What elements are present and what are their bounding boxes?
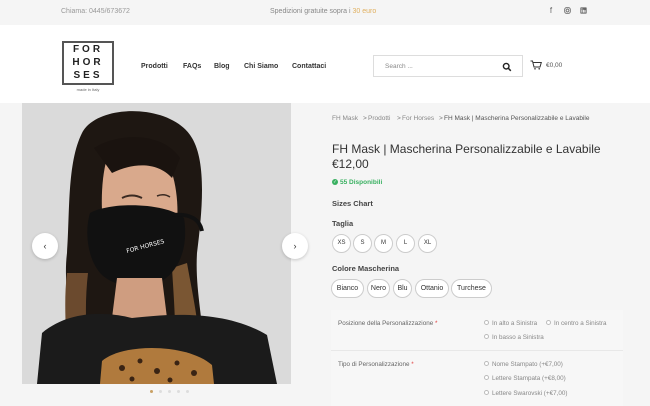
- linkedin-icon[interactable]: [578, 6, 588, 17]
- search-icon[interactable]: [502, 62, 512, 72]
- radio-position-center-left[interactable]: [546, 320, 551, 325]
- promo-amount: 30 euro: [352, 8, 377, 15]
- product-image[interactable]: FOR HORSES: [22, 103, 291, 384]
- cart-total[interactable]: €0,00: [546, 62, 562, 69]
- radio-position-top-left[interactable]: [484, 320, 489, 325]
- color-label: Colore Mascherina: [332, 264, 400, 273]
- type-label-text: Tipo di Personalizzazione: [338, 361, 410, 368]
- gallery-dot[interactable]: [186, 390, 189, 393]
- instagram-icon[interactable]: [562, 6, 572, 17]
- gallery-prev-button[interactable]: ‹: [32, 233, 58, 259]
- radio-position-bottom-left[interactable]: [484, 334, 489, 339]
- radio-label[interactable]: In basso a Sinistra: [492, 334, 544, 341]
- logo-row: SES: [73, 70, 103, 81]
- nav-item-chi-siamo[interactable]: Chi Siamo: [244, 63, 278, 70]
- logo-tagline: made in Italy: [76, 87, 100, 92]
- free-shipping-promo: Spedizioni gratuite sopra i 30 euro: [270, 8, 376, 15]
- product-price: €12,00: [332, 157, 369, 171]
- size-option-xl[interactable]: XL: [418, 234, 437, 253]
- gallery-dot[interactable]: [159, 390, 162, 393]
- gallery-dot[interactable]: [168, 390, 171, 393]
- search-input[interactable]: Search ...: [385, 63, 413, 70]
- size-option-m[interactable]: M: [374, 234, 393, 253]
- color-option-nero[interactable]: Nero: [367, 279, 390, 298]
- breadcrumb-separator: >: [363, 115, 367, 122]
- size-label: Taglia: [332, 219, 354, 228]
- color-option-turchese[interactable]: Turchese: [451, 279, 492, 298]
- radio-label[interactable]: Lettere Stampata (+€8,00): [492, 375, 566, 382]
- breadcrumb-item[interactable]: FH Mask: [332, 115, 358, 122]
- gallery-dot[interactable]: [177, 390, 180, 393]
- promo-text: Spedizioni gratuite sopra i: [270, 8, 351, 15]
- size-option-s[interactable]: S: [353, 234, 372, 253]
- gallery-dot[interactable]: [150, 390, 153, 393]
- radio-label[interactable]: Lettere Swarovski (+€7,00): [492, 390, 567, 397]
- position-label: Posizione della Personalizzazione *: [338, 320, 437, 327]
- radio-type-swarovski[interactable]: [484, 390, 489, 395]
- check-icon: ✓: [332, 179, 338, 185]
- required-marker: *: [434, 320, 438, 327]
- type-label: Tipo di Personalizzazione *: [338, 361, 414, 368]
- nav-item-blog[interactable]: Blog: [214, 63, 230, 70]
- stock-status: 55 Disponibili: [340, 179, 383, 186]
- top-bar: Chiama: 0445/673672 Spedizioni gratuite …: [0, 0, 650, 25]
- nav-item-faqs[interactable]: FAQs: [183, 63, 201, 70]
- color-option-ottanio[interactable]: Ottanio: [415, 279, 449, 298]
- breadcrumb-item[interactable]: For Horses: [402, 115, 434, 122]
- breadcrumb-item[interactable]: Prodotti: [368, 115, 390, 122]
- site-logo[interactable]: FOR HOR SES: [62, 41, 114, 85]
- radio-label[interactable]: In alto a Sinistra: [492, 320, 537, 327]
- logo-row: HOR: [72, 57, 104, 68]
- logo-row: FOR: [72, 44, 104, 55]
- color-option-blu[interactable]: Blu: [393, 279, 412, 298]
- phone-number[interactable]: Chiama: 0445/673672: [61, 8, 130, 15]
- gallery-next-button[interactable]: ›: [282, 233, 308, 259]
- radio-type-printed-letters[interactable]: [484, 375, 489, 380]
- radio-label[interactable]: Nome Stampato (+€7,00): [492, 361, 563, 368]
- product-title: FH Mask | Mascherina Personalizzabile e …: [332, 142, 601, 156]
- sizes-chart-link[interactable]: Sizes Chart: [332, 199, 373, 208]
- search-box[interactable]: Search ...: [373, 55, 523, 77]
- radio-label[interactable]: In centro a Sinistra: [554, 320, 607, 327]
- nav-item-prodotti[interactable]: Prodotti: [141, 63, 168, 70]
- breadcrumb-current: FH Mask | Mascherina Personalizzabile e …: [444, 115, 590, 122]
- color-option-bianco[interactable]: Bianco: [331, 279, 364, 298]
- size-option-xs[interactable]: XS: [332, 234, 351, 253]
- facebook-icon[interactable]: f: [546, 6, 556, 16]
- position-label-text: Posizione della Personalizzazione: [338, 320, 434, 327]
- size-option-l[interactable]: L: [396, 234, 415, 253]
- required-marker: *: [411, 361, 414, 368]
- nav-item-contattaci[interactable]: Contattaci: [292, 63, 326, 70]
- site-header: FOR HOR SES made in Italy Prodotti FAQs …: [0, 25, 650, 103]
- breadcrumb-separator: >: [397, 115, 401, 122]
- breadcrumb-separator: >: [439, 115, 443, 122]
- cart-icon[interactable]: [530, 60, 542, 70]
- options-divider: [331, 350, 623, 351]
- radio-type-printed-name[interactable]: [484, 361, 489, 366]
